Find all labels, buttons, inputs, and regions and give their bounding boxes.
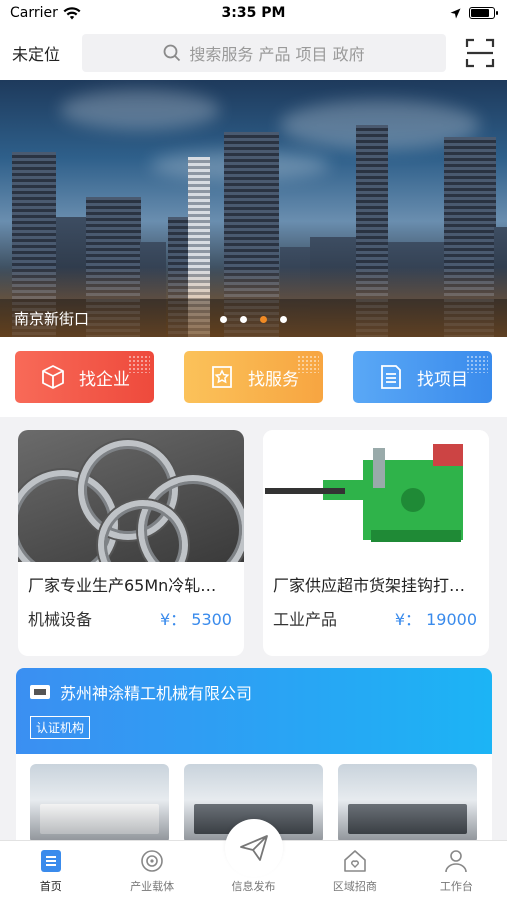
search-header: 未定位 搜索服务 产品 项目 政府	[0, 26, 507, 80]
tab-label: 产业载体	[130, 880, 175, 893]
search-input[interactable]: 搜索服务 产品 项目 政府	[82, 34, 446, 72]
app-screen: Carrier 3:35 PM 未定位 搜索服务 产品 项目 政府 南京新街口 …	[0, 0, 507, 900]
list-doc-icon	[381, 365, 401, 389]
search-icon	[163, 44, 181, 62]
carousel-dot[interactable]	[280, 316, 287, 323]
product-category: 机械设备	[28, 610, 93, 629]
company-logo	[30, 685, 50, 699]
carousel-dots	[0, 316, 507, 323]
tab-publish[interactable]: 信息发布	[203, 819, 304, 900]
search-placeholder: 搜索服务 产品 项目 政府	[189, 45, 365, 64]
product-price: ¥： 5300	[160, 610, 232, 629]
product-card[interactable]: 厂家专业生产65Mn冷轧… 机械设备 ¥： 5300	[18, 430, 244, 656]
tab-bar: 首页 产业载体 信息发布 区域招商 工作台	[0, 819, 507, 900]
status-time: 3:35 PM	[221, 5, 286, 21]
product-title: 厂家专业生产65Mn冷轧…	[28, 576, 217, 595]
product-image	[18, 430, 244, 562]
battery-icon	[469, 7, 498, 19]
product-category: 工业产品	[273, 610, 338, 629]
tab-workbench[interactable]: 工作台	[406, 841, 507, 900]
carousel-dot[interactable]	[240, 316, 247, 323]
quick-actions: 找企业 找服务 找项目	[0, 337, 507, 417]
tab-investment[interactable]: 区域招商	[304, 841, 405, 900]
find-service-button[interactable]: 找服务	[184, 351, 323, 403]
product-list: 厂家专业生产65Mn冷轧… 机械设备 ¥： 5300 厂家供应超市货架挂钩打…	[18, 430, 489, 656]
product-title: 厂家供应超市货架挂钩打…	[273, 576, 466, 595]
publish-bubble[interactable]	[224, 819, 283, 877]
find-project-label: 找项目	[417, 369, 468, 390]
tab-label: 区域招商	[332, 880, 377, 893]
home-grid-icon	[40, 850, 61, 872]
product-price: ¥： 19000	[394, 610, 477, 629]
paper-plane-icon	[239, 835, 268, 861]
find-company-label: 找企业	[79, 369, 130, 390]
tab-home[interactable]: 首页	[0, 841, 101, 900]
carousel-dot[interactable]	[260, 316, 267, 323]
cube-icon	[42, 365, 64, 389]
signal-tower-icon	[141, 850, 163, 872]
tab-label: 信息发布	[231, 880, 276, 893]
house-heart-icon	[344, 850, 366, 872]
status-bar: Carrier 3:35 PM	[0, 0, 507, 26]
company-name: 苏州神涂精工机械有限公司	[60, 684, 253, 703]
company-product-thumb[interactable]	[338, 764, 477, 844]
banner-carousel[interactable]: 南京新街口	[0, 80, 507, 337]
find-service-label: 找服务	[248, 369, 299, 390]
tab-label: 首页	[39, 880, 62, 893]
product-card[interactable]: 厂家供应超市货架挂钩打… 工业产品 ¥： 19000	[263, 430, 489, 656]
find-project-button[interactable]: 找项目	[353, 351, 492, 403]
find-company-button[interactable]: 找企业	[15, 351, 154, 403]
company-product-thumb[interactable]	[30, 764, 169, 844]
scan-icon	[465, 38, 495, 68]
user-icon	[445, 850, 468, 873]
tab-industry[interactable]: 产业载体	[101, 841, 202, 900]
tab-label: 工作台	[439, 880, 473, 893]
star-badge-icon	[212, 366, 232, 388]
scan-button[interactable]	[465, 38, 495, 68]
carousel-dot[interactable]	[220, 316, 227, 323]
certified-badge: 认证机构	[30, 716, 91, 739]
location-selector[interactable]: 未定位	[12, 41, 72, 65]
product-image	[263, 430, 489, 562]
